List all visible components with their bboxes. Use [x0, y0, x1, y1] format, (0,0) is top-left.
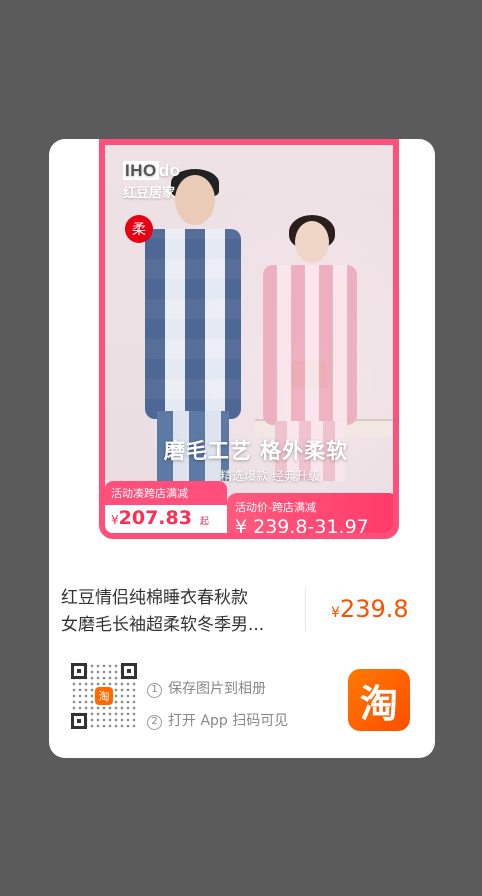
product-title-line2: 女磨毛长袖超柔软冬季男...	[61, 615, 265, 635]
step-2-number: 2	[147, 714, 162, 730]
product-title-line1: 红豆情侣纯棉睡衣春秋款	[61, 588, 248, 608]
brand-logo: IHO do 红豆居家	[123, 161, 181, 201]
divider	[305, 589, 306, 631]
step-2-text: 打开 App 扫码可见	[168, 713, 289, 729]
male-model	[139, 167, 247, 481]
male-plaid-shirt	[145, 229, 241, 419]
promo-left-currency: ¥	[111, 513, 119, 527]
promo-left-suffix: 起	[199, 517, 209, 527]
qr-finder-bottom-left	[71, 713, 87, 729]
step-1: 1 保存图片到相册	[147, 673, 288, 705]
qr-code[interactable]: 淘	[71, 663, 137, 729]
promo-left-banner: 活动凑跨店满减 ¥207.83 起	[105, 481, 227, 533]
product-price-amount: 239.8	[339, 595, 409, 623]
male-head	[175, 175, 215, 225]
step-1-text: 保存图片到相册	[168, 681, 266, 697]
qr-finder-top-right	[121, 663, 137, 679]
brand-logo-prefix: IHO	[123, 161, 159, 180]
image-headline: 磨毛工艺 格外柔软	[163, 439, 349, 463]
step-2: 2 打开 App 扫码可见	[147, 705, 288, 737]
taobao-app-icon[interactable]: 淘	[348, 669, 410, 731]
step-1-number: 1	[147, 682, 162, 698]
taobao-mini-icon: 淘	[95, 687, 113, 705]
promo-left-price: ¥207.83 起	[105, 505, 227, 531]
promo-right-banner: 活动价-跨店满减 ¥ 239.8-31.97	[227, 493, 393, 538]
qr-finder-top-left	[71, 663, 87, 679]
female-head	[295, 221, 329, 263]
promo-right-price: ¥ 239.8-31.97	[235, 516, 369, 538]
share-card: IHO do 红豆居家 柔 磨毛工艺 格外柔软 精选爆款 经典升级 活动凑跨店满减…	[49, 139, 435, 758]
product-price: ¥239.8	[331, 595, 409, 623]
promo-left-label: 活动凑跨店满减	[105, 481, 227, 505]
promo-right-label: 活动价-跨店满减	[235, 501, 316, 514]
soft-badge: 柔	[125, 215, 153, 243]
scan-instructions: 1 保存图片到相册 2 打开 App 扫码可见	[147, 673, 288, 737]
brand-name: 红豆居家	[123, 185, 176, 200]
promo-left-amount: 207.83	[118, 507, 192, 529]
product-title[interactable]: 红豆情侣纯棉睡衣春秋款 女磨毛长袖超柔软冬季男...	[61, 585, 289, 639]
brand-wordmark: IHO do	[123, 161, 181, 181]
product-price-currency: ¥	[331, 605, 340, 621]
female-plaid-shirt	[263, 265, 357, 425]
product-image[interactable]: IHO do 红豆居家 柔 磨毛工艺 格外柔软 精选爆款 经典升级 活动凑跨店满减…	[99, 139, 399, 539]
brand-logo-suffix: do	[158, 161, 181, 180]
